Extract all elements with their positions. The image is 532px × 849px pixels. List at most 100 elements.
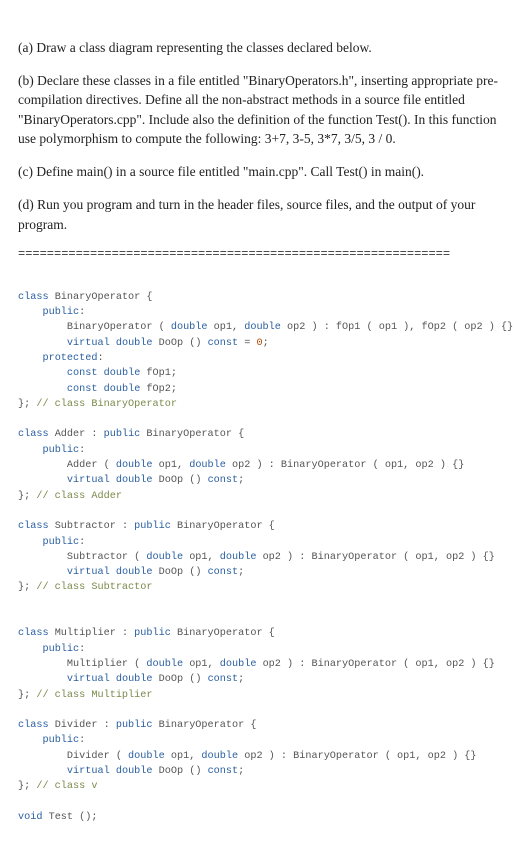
keyword-const: const <box>208 766 239 777</box>
keyword-virtual: virtual <box>67 567 110 578</box>
colon: : <box>79 307 85 318</box>
adder-ctor-b: op1, <box>153 460 190 471</box>
adder-ctor-a: Adder ( <box>18 460 116 471</box>
type-double: double <box>116 475 153 486</box>
sub-ctor-c: op2 ) : BinaryOperator ( op1, op2 ) {} <box>256 552 494 563</box>
div-doop-b: DoOp () <box>153 766 208 777</box>
sub-decl-a: Subtractor : <box>49 521 135 532</box>
problem-c: (c) Define main() in a source file entit… <box>18 162 514 182</box>
adder-decl-a: Adder : <box>49 429 104 440</box>
keyword-public: public <box>134 628 171 639</box>
keyword-virtual: virtual <box>67 766 110 777</box>
sub-end: }; <box>18 582 36 593</box>
type-double: double <box>116 338 153 349</box>
fop1: fOp1; <box>140 368 177 379</box>
type-double: double <box>146 552 183 563</box>
semi: ; <box>238 674 244 685</box>
type-double: double <box>104 368 141 379</box>
keyword-const: const <box>208 338 239 349</box>
comment-binop: // class BinaryOperator <box>36 399 177 410</box>
keyword-const: const <box>208 475 239 486</box>
mul-decl-b: BinaryOperator { <box>171 628 275 639</box>
keyword-const: const <box>208 674 239 685</box>
fop2: fOp2; <box>140 384 177 395</box>
div-ctor-b: op1, <box>165 751 202 762</box>
type-double: double <box>220 552 257 563</box>
problem-b: (b) Declare these classes in a file enti… <box>18 71 514 149</box>
div-ctor-c: op2 ) : BinaryOperator ( op1, op2 ) {} <box>238 751 476 762</box>
type-double: double <box>220 659 257 670</box>
section-divider: ========================================… <box>18 247 514 261</box>
adder-end: }; <box>18 491 36 502</box>
binop-decl: BinaryOperator { <box>49 292 153 303</box>
mul-doop-b: DoOp () <box>153 674 208 685</box>
colon: : <box>79 445 85 456</box>
keyword-void: void <box>18 812 42 823</box>
keyword-public: public <box>42 735 79 746</box>
keyword-virtual: virtual <box>67 475 110 486</box>
type-double: double <box>116 460 153 471</box>
colon: : <box>79 735 85 746</box>
keyword-public: public <box>104 429 141 440</box>
keyword-const: const <box>67 368 98 379</box>
comment-mul: // class Multiplier <box>36 690 152 701</box>
semi: ; <box>238 475 244 486</box>
problem-d: (d) Run you program and turn in the head… <box>18 195 514 234</box>
type-double: double <box>116 567 153 578</box>
keyword-class: class <box>18 720 49 731</box>
comment-adder: // class Adder <box>36 491 122 502</box>
mul-ctor-c: op2 ) : BinaryOperator ( op1, op2 ) {} <box>256 659 494 670</box>
code-listing: class BinaryOperator { public: BinaryOpe… <box>18 275 514 826</box>
comment-sub: // class Subtractor <box>36 582 152 593</box>
colon: : <box>98 353 104 364</box>
type-double: double <box>116 674 153 685</box>
keyword-public: public <box>134 521 171 532</box>
mul-ctor-b: op1, <box>183 659 220 670</box>
comment-div: // class v <box>36 781 97 792</box>
keyword-class: class <box>18 628 49 639</box>
binop-doop-b: DoOp () <box>153 338 208 349</box>
keyword-class: class <box>18 429 49 440</box>
binop-ctor-c: op2 ) : fOp1 ( op1 ), fOp2 ( op2 ) {} <box>281 322 513 333</box>
keyword-class: class <box>18 292 49 303</box>
binop-ctor-b: op1, <box>208 322 245 333</box>
div-end: }; <box>18 781 36 792</box>
problem-a: (a) Draw a class diagram representing th… <box>18 38 514 58</box>
keyword-public: public <box>42 445 79 456</box>
colon: : <box>79 537 85 548</box>
type-double: double <box>128 751 165 762</box>
sub-ctor-b: op1, <box>183 552 220 563</box>
semi: ; <box>238 567 244 578</box>
keyword-protected: protected <box>42 353 97 364</box>
keyword-const: const <box>67 384 98 395</box>
sub-ctor-a: Subtractor ( <box>18 552 146 563</box>
mul-ctor-a: Multiplier ( <box>18 659 146 670</box>
div-decl-b: BinaryOperator { <box>153 720 257 731</box>
type-double: double <box>146 659 183 670</box>
adder-ctor-c: op2 ) : BinaryOperator ( op1, op2 ) {} <box>226 460 464 471</box>
sub-decl-b: BinaryOperator { <box>171 521 275 532</box>
semi: ; <box>263 338 269 349</box>
semi: ; <box>238 766 244 777</box>
binop-end: }; <box>18 399 36 410</box>
keyword-virtual: virtual <box>67 674 110 685</box>
type-double: double <box>189 460 226 471</box>
adder-doop-b: DoOp () <box>153 475 208 486</box>
type-double: double <box>104 384 141 395</box>
mul-decl-a: Multiplier : <box>49 628 135 639</box>
eq: = <box>238 338 256 349</box>
keyword-virtual: virtual <box>67 338 110 349</box>
binop-ctor-a: BinaryOperator ( <box>18 322 171 333</box>
keyword-public: public <box>42 644 79 655</box>
type-double: double <box>116 766 153 777</box>
sub-doop-b: DoOp () <box>153 567 208 578</box>
test-decl: Test (); <box>42 812 97 823</box>
type-double: double <box>171 322 208 333</box>
adder-decl-b: BinaryOperator { <box>140 429 244 440</box>
type-double: double <box>244 322 281 333</box>
keyword-public: public <box>42 537 79 548</box>
div-decl-a: Divider : <box>49 720 116 731</box>
div-ctor-a: Divider ( <box>18 751 128 762</box>
keyword-const: const <box>208 567 239 578</box>
keyword-class: class <box>18 521 49 532</box>
